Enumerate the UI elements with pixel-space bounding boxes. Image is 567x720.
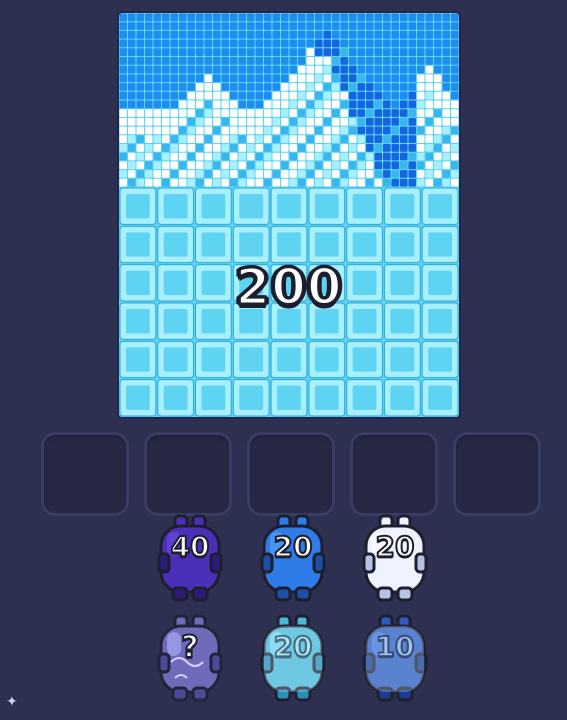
pixel-board	[119, 13, 459, 417]
queue-slot-5[interactable]	[453, 432, 541, 516]
sparkle-icon: ✦	[6, 694, 18, 710]
queue-slot-4[interactable]	[350, 432, 438, 516]
remaining-count: 200	[234, 257, 343, 318]
queue-slot-2[interactable]	[144, 432, 232, 516]
unit-navy-frozen[interactable]: 10	[358, 612, 432, 712]
queue-slot-3[interactable]	[247, 432, 335, 516]
unit-mystery[interactable]: ?	[153, 612, 227, 712]
unit-count: 20	[375, 529, 416, 564]
unit-count: ?	[180, 629, 199, 666]
unit-cyan-frozen[interactable]: 20	[256, 612, 330, 712]
unit-white[interactable]: 20	[358, 512, 432, 612]
unit-purple[interactable]: 40	[153, 512, 227, 612]
unit-count: 40	[170, 529, 211, 564]
unit-count: 20	[273, 529, 314, 564]
game-stage: 200 40 20 20 ? 20 10 ✦	[0, 0, 567, 720]
unit-count: 10	[375, 629, 416, 664]
unit-blue[interactable]: 20	[256, 512, 330, 612]
pixel-art-mountain	[119, 13, 459, 187]
unit-count: 20	[273, 629, 314, 664]
queue-slot-1[interactable]	[41, 432, 129, 516]
